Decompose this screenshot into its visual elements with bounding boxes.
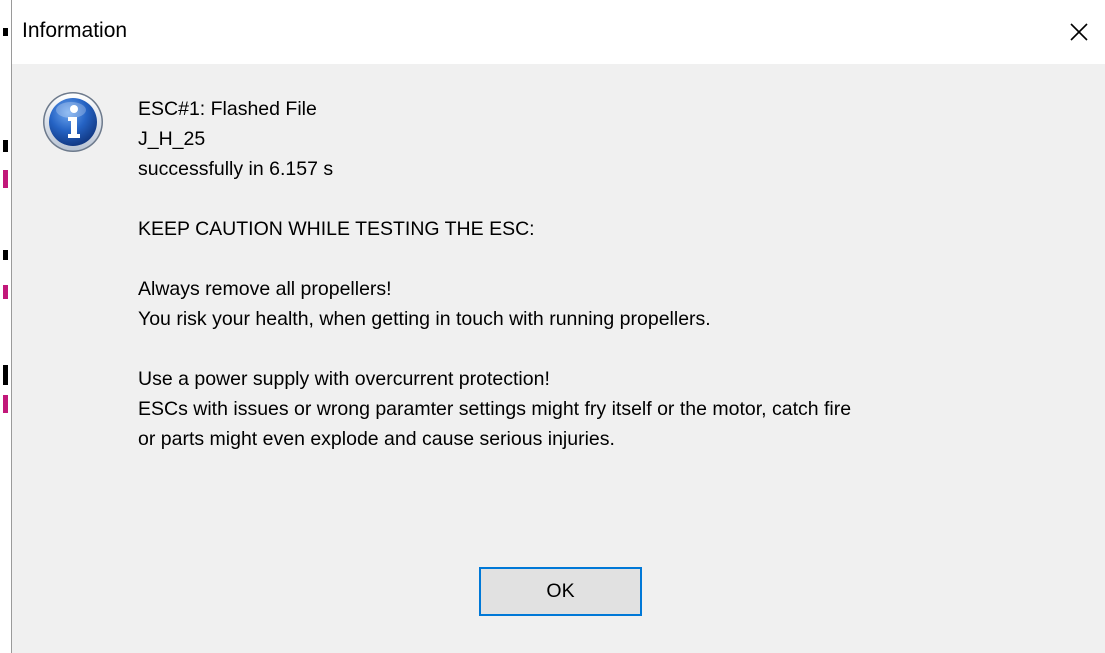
message-line: Always remove all propellers! [138,278,392,300]
background-mark [3,28,8,36]
dialog-title: Information [22,19,128,42]
background-mark [3,365,8,385]
close-button[interactable] [1052,0,1105,64]
information-icon [41,90,105,154]
message-line: KEEP CAUTION WHILE TESTING THE ESC: [138,218,535,240]
message-line: successfully in 6.157 s [138,158,334,180]
ok-button[interactable]: OK [479,567,642,616]
message-line: You risk your health, when getting in to… [138,308,711,330]
dialog-titlebar: Information [12,0,1105,64]
ok-button-label: OK [546,580,575,602]
background-mark [3,285,8,299]
close-icon [1070,23,1088,41]
background-app-edge [0,0,11,653]
information-dialog: Information ESC#1: Flashed File J_H_25 s… [11,0,1105,653]
message-line: ESCs with issues or wrong paramter setti… [138,398,852,420]
background-mark [3,140,8,152]
background-mark [3,250,8,260]
background-mark [3,170,8,188]
message-text: ESC#1: Flashed File J_H_25 successfully … [138,94,1098,454]
message-line: ESC#1: Flashed File [138,98,317,120]
message-line: Use a power supply with overcurrent prot… [138,368,550,390]
message-line: or parts might even explode and cause se… [138,428,615,450]
background-mark [3,395,8,413]
screen: Information ESC#1: Flashed File J_H_25 s… [0,0,1105,653]
message-line: J_H_25 [138,128,206,150]
